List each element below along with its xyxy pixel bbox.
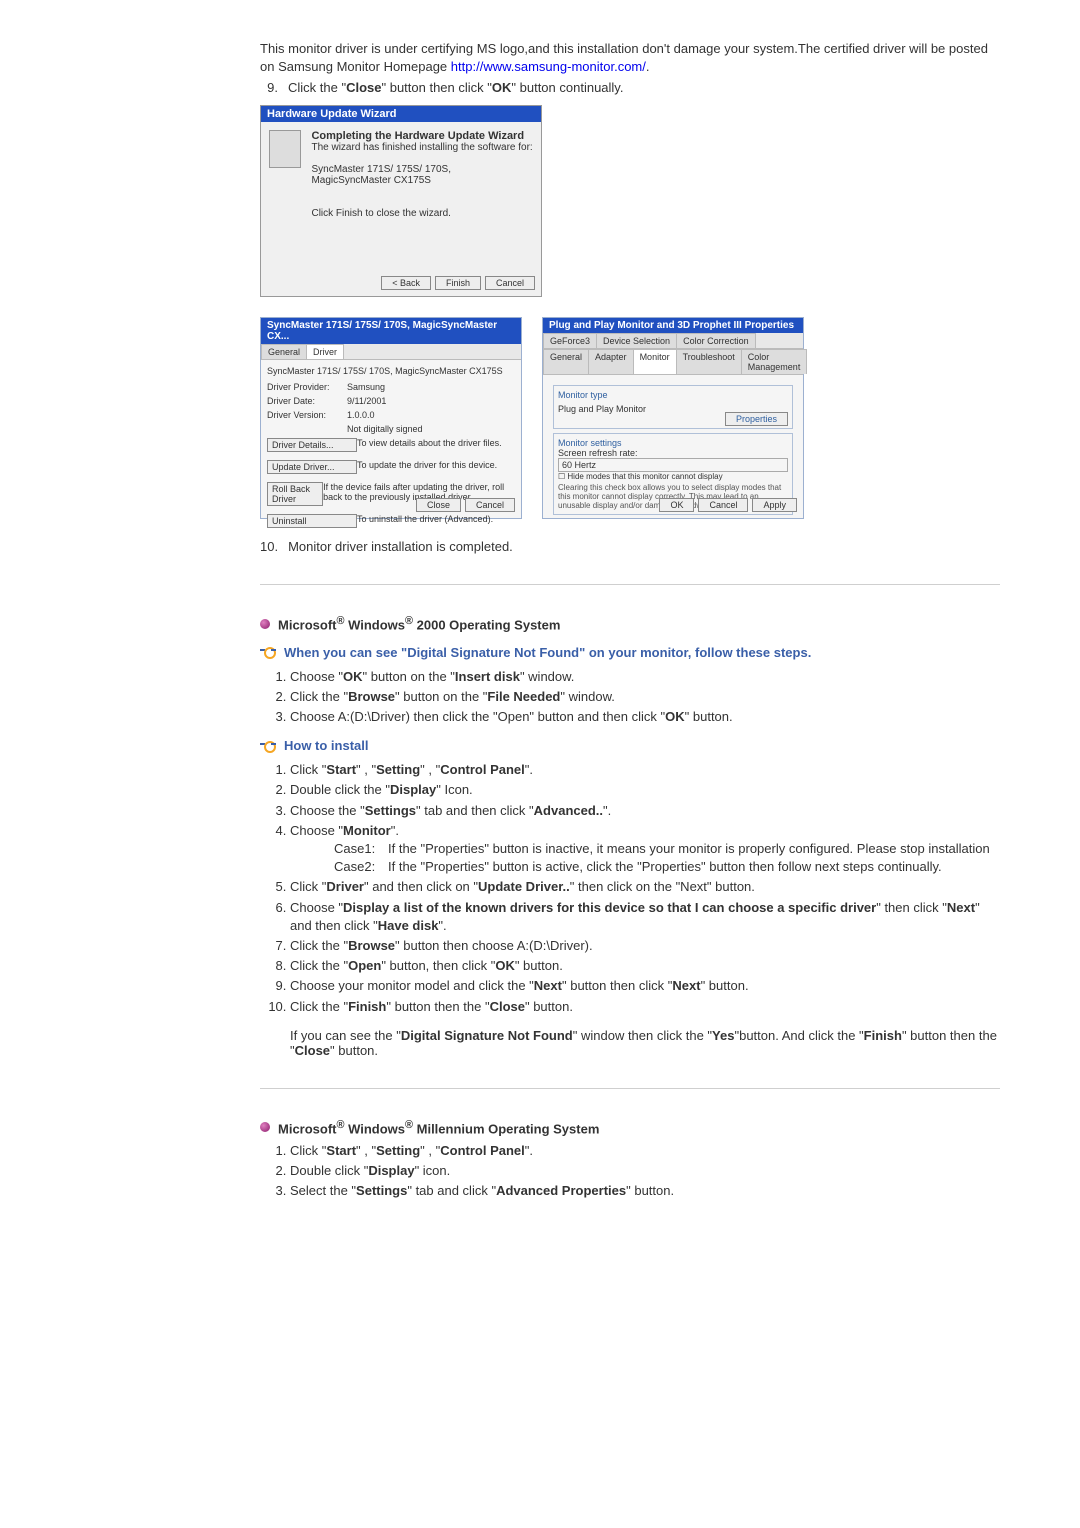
win2000-heading: Microsoft® Windows® 2000 Operating Syste… xyxy=(260,615,1000,632)
close-button: Close xyxy=(416,498,461,512)
monitor-properties-screenshot: Plug and Play Monitor and 3D Prophet III… xyxy=(542,317,804,519)
bullet-icon xyxy=(260,1122,270,1132)
cancel-button: Cancel xyxy=(465,498,515,512)
signature-note: If you can see the "Digital Signature No… xyxy=(290,1028,1000,1058)
bullet-icon xyxy=(260,619,270,629)
subheader-digital-signature: When you can see "Digital Signature Not … xyxy=(260,645,1000,660)
cancel-button: Cancel xyxy=(485,276,535,290)
winme-heading: Microsoft® Windows® Millennium Operating… xyxy=(260,1119,1000,1136)
subheader-how-to-install: How to install xyxy=(260,738,1000,753)
driver-properties-screenshot: SyncMaster 171S/ 175S/ 170S, MagicSyncMa… xyxy=(260,317,522,519)
ok-button: OK xyxy=(659,498,694,512)
hardware-update-wizard-screenshot: Hardware Update Wizard Completing the Ha… xyxy=(260,105,542,297)
apply-button: Apply xyxy=(752,498,797,512)
winme-steps: Click "Start" , "Setting" , "Control Pan… xyxy=(260,1142,1000,1201)
signature-steps: Choose "OK" button on the "Insert disk" … xyxy=(260,668,1000,727)
step-9: 9. Click the "Close" button then click "… xyxy=(260,80,1000,95)
sub-icon xyxy=(260,645,276,659)
sub-icon xyxy=(260,739,276,753)
intro-text: This monitor driver is under certifying … xyxy=(260,40,1000,76)
samsung-link[interactable]: http://www.samsung-monitor.com/ xyxy=(451,59,646,74)
finish-button: Finish xyxy=(435,276,481,290)
install-steps: Click "Start" , "Setting" , "Control Pan… xyxy=(260,761,1000,1015)
wizard-icon xyxy=(269,130,301,168)
cancel-button: Cancel xyxy=(698,498,748,512)
back-button: < Back xyxy=(381,276,431,290)
